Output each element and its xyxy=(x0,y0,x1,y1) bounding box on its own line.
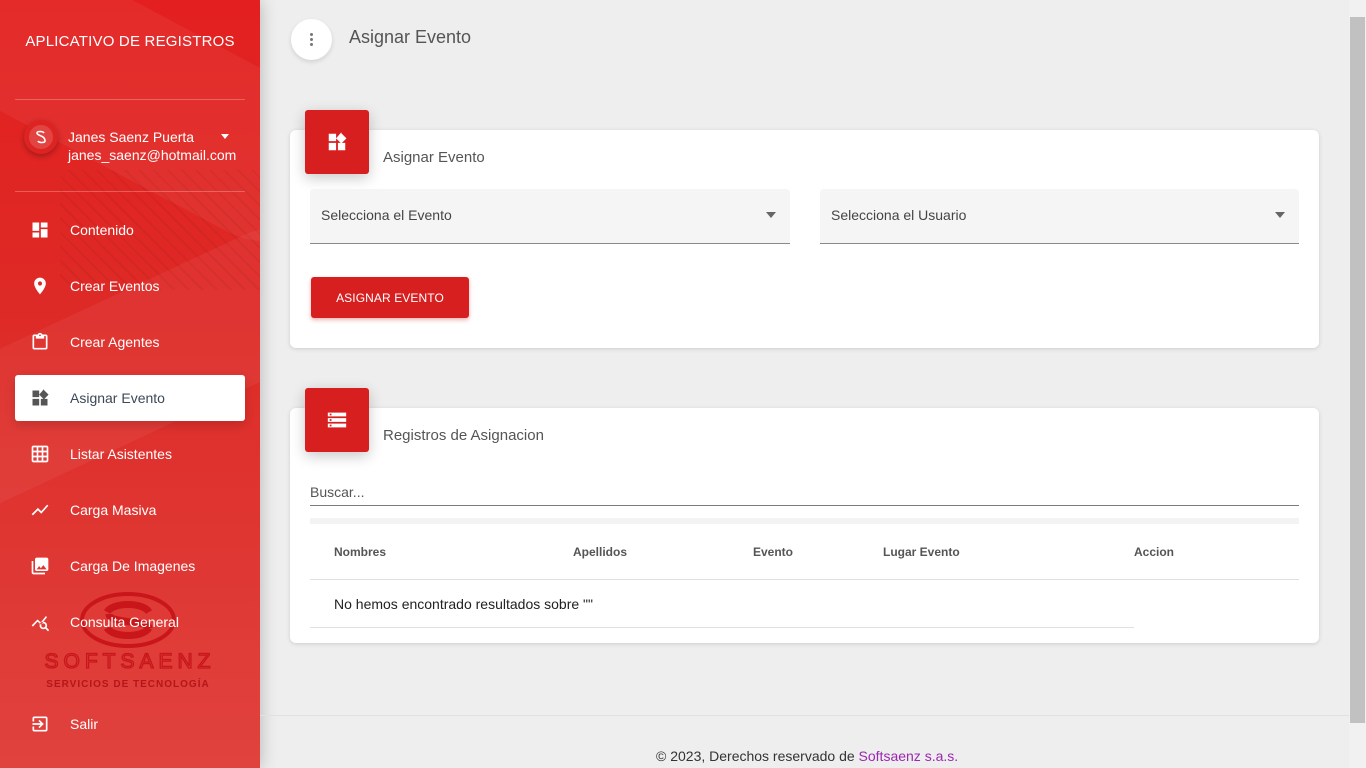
photo-library-icon xyxy=(30,556,50,576)
widgets-icon xyxy=(30,388,50,408)
sidebar-item-label: Listar Asistentes xyxy=(70,446,172,462)
records-card-title: Registros de Asignacion xyxy=(383,427,544,444)
svg-text:SOFTSAENZ: SOFTSAENZ xyxy=(44,650,215,673)
sidebar-item-contenido[interactable]: Contenido xyxy=(15,207,245,253)
assign-card-title: Asignar Evento xyxy=(383,149,485,166)
column-header-evento[interactable]: Evento xyxy=(753,545,793,559)
user-select-value: Selecciona el Usuario xyxy=(831,207,967,223)
user-profile[interactable]: Janes Saenz Puerta janes_saenz@hotmail.c… xyxy=(22,120,252,180)
footer: © 2023, Derechos reservado de Softsaenz … xyxy=(656,748,958,764)
footer-divider xyxy=(260,715,1350,716)
app-brand: APLICATIVO DE REGISTROS xyxy=(25,33,235,50)
assign-card-icon xyxy=(305,110,369,174)
sidebar-item-carga-masiva[interactable]: Carga Masiva xyxy=(15,487,245,533)
dropdown-arrow-icon xyxy=(1275,212,1285,218)
sidebar-item-salir[interactable]: Salir xyxy=(15,701,245,747)
svg-text:SERVICIOS DE TECNOLOGÍA: SERVICIOS DE TECNOLOGÍA xyxy=(46,677,209,690)
sidebar-divider xyxy=(15,191,245,192)
sidebar-item-carga-de-imagenes[interactable]: Carga De Imagenes xyxy=(15,543,245,589)
sidebar-item-label: Carga Masiva xyxy=(70,502,157,518)
sidebar-item-listar-asistentes[interactable]: Listar Asistentes xyxy=(15,431,245,477)
sidebar-item-crear-agentes[interactable]: Crear Agentes xyxy=(15,319,245,365)
sidebar-item-label: Crear Eventos xyxy=(70,278,160,294)
grid-icon xyxy=(30,444,50,464)
user-select[interactable]: Selecciona el Usuario xyxy=(820,189,1299,244)
more-vert-button[interactable] xyxy=(291,19,332,60)
empty-results-message: No hemos encontrado resultados sobre "" xyxy=(334,596,593,612)
logout-icon xyxy=(30,714,50,734)
footer-link[interactable]: Softsaenz s.a.s. xyxy=(859,748,959,764)
event-select[interactable]: Selecciona el Evento xyxy=(310,189,790,244)
user-name: Janes Saenz Puerta xyxy=(68,129,195,145)
clipboard-icon xyxy=(30,332,50,352)
records-card-icon xyxy=(305,388,369,452)
column-header-accion[interactable]: Accion xyxy=(1134,545,1174,559)
sidebar-item-label: Crear Agentes xyxy=(70,334,160,350)
table-toolbar xyxy=(310,518,1299,524)
sidebar-item-label: Contenido xyxy=(70,222,134,238)
sidebar-divider xyxy=(15,99,245,100)
sidebar-item-label: Asignar Evento xyxy=(70,390,165,406)
sidebar-item-label: Consulta General xyxy=(70,614,179,630)
column-header-lugar-evento[interactable]: Lugar Evento xyxy=(883,545,960,559)
sidebar-item-label: Carga De Imagenes xyxy=(70,558,196,574)
chevron-down-icon[interactable] xyxy=(221,134,229,139)
list-storage-icon xyxy=(327,412,347,428)
event-select-value: Selecciona el Evento xyxy=(321,207,452,223)
avatar xyxy=(24,120,58,154)
scrollbar-thumb[interactable] xyxy=(1350,17,1365,723)
column-header-nombres[interactable]: Nombres xyxy=(334,545,386,559)
sidebar: APLICATIVO DE REGISTROS Janes Saenz Puer… xyxy=(0,0,260,768)
assign-event-button[interactable]: ASIGNAR EVENTO xyxy=(311,277,469,318)
dashboard-icon xyxy=(30,220,50,240)
table-divider xyxy=(310,627,1134,628)
sidebar-item-asignar-evento[interactable]: Asignar Evento xyxy=(15,375,245,421)
query-stats-icon xyxy=(30,612,50,632)
column-header-apellidos[interactable]: Apellidos xyxy=(573,545,627,559)
search-input[interactable] xyxy=(310,478,1299,506)
sidebar-item-consulta-general[interactable]: Consulta General xyxy=(15,599,245,645)
footer-text: © 2023, Derechos reservado de xyxy=(656,748,859,764)
widgets-icon xyxy=(328,132,347,151)
location-pin-icon xyxy=(30,276,50,296)
sidebar-item-crear-eventos[interactable]: Crear Eventos xyxy=(15,263,245,309)
more-vert-icon xyxy=(310,33,313,46)
table-divider xyxy=(310,579,1299,580)
trending-line-icon xyxy=(30,500,50,520)
dropdown-arrow-icon xyxy=(766,212,776,218)
user-email: janes_saenz@hotmail.com xyxy=(68,147,237,163)
page-title: Asignar Evento xyxy=(349,27,472,47)
sidebar-item-label: Salir xyxy=(70,716,99,732)
